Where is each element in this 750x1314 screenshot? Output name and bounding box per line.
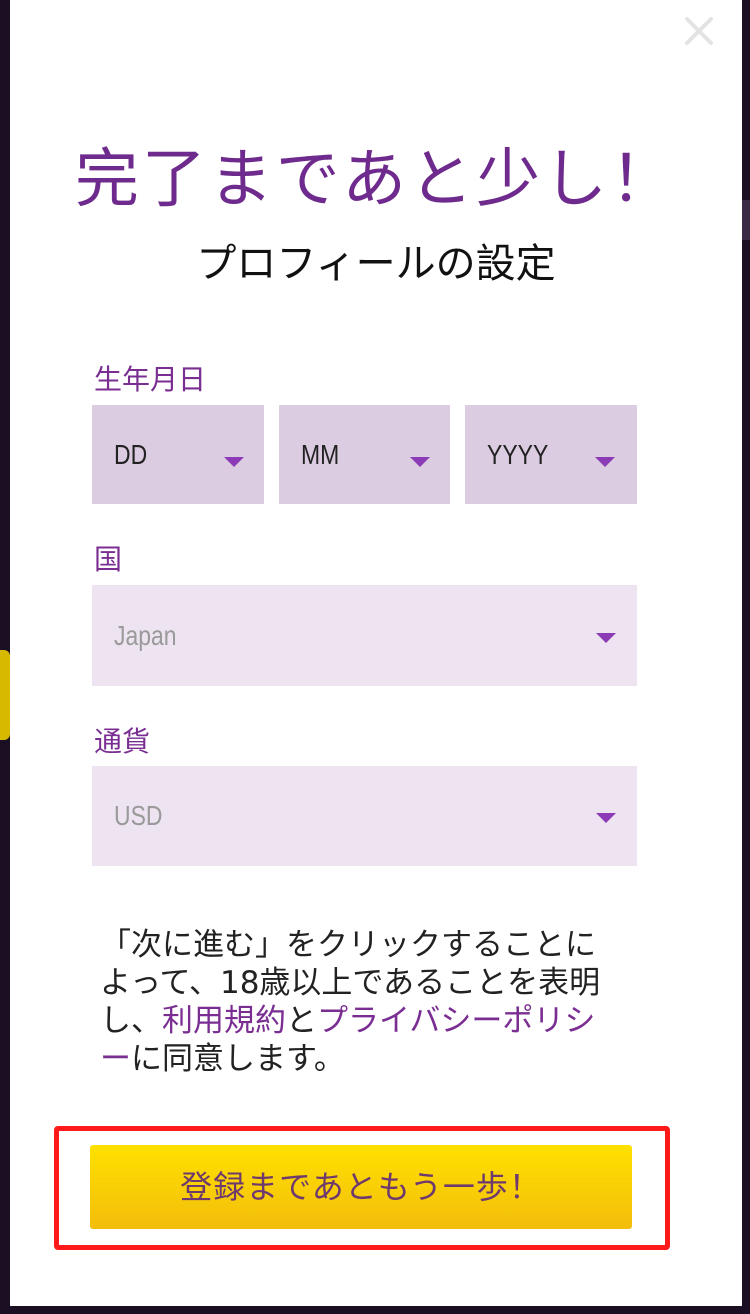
modal-title: 完了まであと少し！ — [74, 143, 678, 217]
background-banner-edge — [0, 650, 10, 740]
chevron-down-icon — [596, 813, 616, 823]
country-value: Japan — [114, 619, 177, 651]
birth-year-select[interactable]: YYYY — [465, 405, 637, 504]
birth-month-select[interactable]: MM — [279, 405, 450, 504]
notice-and: と — [286, 1003, 317, 1039]
profile-setup-modal: 完了まであと少し！ プロフィールの設定 生年月日 DD MM YYYY 国 Ja… — [10, 0, 742, 1306]
currency-value: USD — [114, 800, 163, 831]
birth-month-value: MM — [301, 438, 340, 470]
modal-subtitle: プロフィールの設定 — [196, 241, 556, 287]
chevron-down-icon — [595, 457, 615, 467]
birth-day-select[interactable]: DD — [92, 405, 264, 504]
currency-label: 通貨 — [94, 725, 151, 758]
currency-select[interactable]: USD — [92, 766, 637, 866]
terms-notice: 「次に進む」をクリックすることによって、18歳以上であることを表明し、利用規約と… — [100, 926, 620, 1078]
close-icon[interactable] — [680, 12, 718, 50]
birth-day-value: DD — [114, 438, 148, 470]
next-step-button[interactable]: 登録まであともう一歩！ — [90, 1145, 632, 1229]
chevron-down-icon — [410, 457, 430, 467]
country-label: 国 — [94, 543, 123, 576]
birth-year-value: YYYY — [487, 438, 549, 470]
background-decoration — [742, 200, 750, 240]
chevron-down-icon — [596, 633, 616, 643]
birthdate-label: 生年月日 — [94, 363, 207, 396]
country-select[interactable]: Japan — [92, 585, 637, 686]
chevron-down-icon — [224, 457, 244, 467]
terms-link[interactable]: 利用規約 — [162, 1003, 286, 1039]
notice-text-end: に同意します。 — [131, 1041, 345, 1077]
screen: 完了まであと少し！ プロフィールの設定 生年月日 DD MM YYYY 国 Ja… — [0, 0, 750, 1314]
